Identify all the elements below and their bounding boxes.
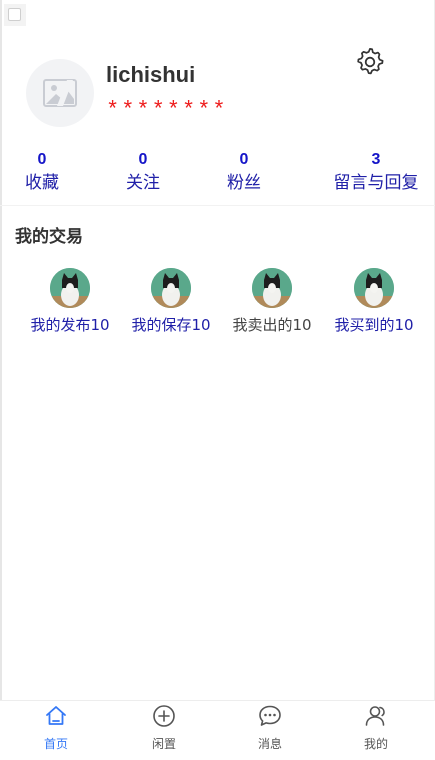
cat-avatar-image (252, 268, 292, 308)
stat-favorites[interactable]: 0 收藏 (24, 150, 60, 196)
profile-header: lichishui ******** (0, 40, 435, 150)
stat-count: 0 (37, 151, 47, 168)
stat-label: 粉丝 (227, 173, 261, 193)
tab-label: 闲置 (151, 737, 176, 751)
chat-bubble-icon (259, 705, 281, 726)
cat-avatar-image (354, 268, 394, 308)
home-icon (46, 706, 66, 725)
username: lichishui (106, 62, 196, 87)
trade-label: 我买到的10 (334, 316, 414, 334)
trade-label: 我的保存10 (131, 316, 211, 334)
tab-label: 我的 (363, 737, 388, 751)
tab-messages[interactable]: 消息 (216, 701, 324, 759)
stat-count: 0 (239, 151, 249, 168)
stat-following[interactable]: 0 关注 (125, 150, 161, 196)
avatar[interactable] (26, 59, 94, 127)
user-icon (365, 706, 385, 726)
tab-mine[interactable]: 我的 (322, 701, 430, 759)
stat-label: 留言与回复 (333, 173, 419, 193)
cat-avatar-image (50, 268, 90, 308)
stat-comments[interactable]: 3 留言与回复 (328, 150, 424, 196)
window-corner-box (4, 4, 26, 26)
tab-label: 消息 (257, 737, 282, 751)
gear-icon (357, 48, 384, 75)
trade-my-bought[interactable]: 我买到的10 (328, 268, 420, 335)
plus-circle-icon (153, 705, 175, 727)
trade-label: 我的发布10 (30, 316, 110, 334)
corner-checkbox-icon (8, 8, 21, 21)
tab-home[interactable]: 首页 (2, 701, 110, 759)
bottom-tab-bar: 首页 闲置 消息 我的 (0, 700, 435, 760)
stat-followers[interactable]: 0 粉丝 (226, 150, 262, 196)
settings-button[interactable] (356, 48, 384, 76)
section-title-trades: 我的交易 (15, 227, 83, 247)
stat-label: 关注 (126, 173, 160, 193)
trade-label: 我卖出的10 (232, 316, 312, 334)
trade-my-published[interactable]: 我的发布10 (24, 268, 116, 335)
image-placeholder-icon (43, 79, 77, 107)
stat-label: 收藏 (25, 173, 59, 193)
cat-avatar-image (151, 268, 191, 308)
stat-count: 3 (371, 151, 381, 168)
tab-idle[interactable]: 闲置 (110, 701, 218, 759)
masked-password: ******** (106, 98, 228, 123)
tab-label: 首页 (43, 737, 68, 751)
stat-count: 0 (138, 151, 148, 168)
stats-row: 0 收藏 0 关注 0 粉丝 3 留言与回复 (0, 150, 435, 206)
trade-my-sold[interactable]: 我卖出的10 (226, 268, 318, 335)
trade-my-saved[interactable]: 我的保存10 (125, 268, 217, 335)
